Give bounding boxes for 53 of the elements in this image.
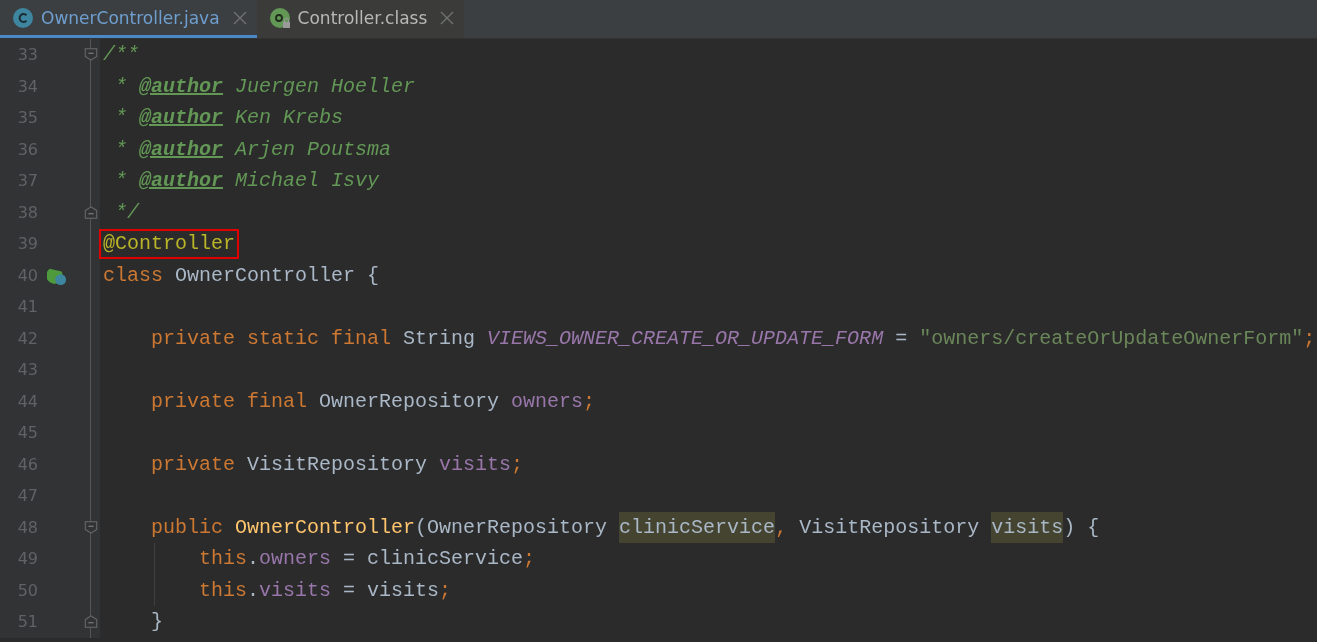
editor-tab[interactable]: Controller.class [256,0,465,38]
code-token: private final [151,388,308,415]
code-token: class [103,262,163,289]
code-token: VIEWS_OWNER_CREATE_OR_UPDATE_FORM [487,325,884,352]
code-token: . [247,546,260,572]
code-comment: @author [139,168,224,194]
code-token: this [199,577,247,604]
code-token: OwnerController [235,514,416,541]
code-token: ; [583,388,596,415]
code-comment: * [114,136,128,163]
code-token: OwnerRepository [318,388,501,415]
code-comment: * [114,105,128,131]
code-token: (OwnerRepository [415,514,609,541]
code-comment: Ken Krebs [234,105,344,131]
code-comment: @author [139,136,224,163]
code-token: OwnerController { [174,262,380,289]
code-token: owners [511,388,584,415]
code-comment: Michael Isvy [234,168,380,194]
code-token: = visits [342,577,440,604]
code-token: VisitRepository [798,514,981,541]
code-comment: @author [139,105,224,131]
code-token: "owners/createOrUpdateOwnerForm" [919,325,1304,352]
annotation-callout: @Controller [101,230,238,257]
code-comment: * [114,73,128,100]
code-comment: Arjen Poutsma [233,136,392,163]
code-token: private [151,451,235,478]
code-token: public [151,514,224,541]
code-comment: @author [139,73,224,100]
code-token: visits [991,511,1064,543]
code-comment: Juergen Hoeller [234,73,416,100]
code-token: private static final [151,325,392,352]
code-token: ; [1303,325,1316,352]
code-comment: /** [103,42,139,68]
code-token: owners [259,546,332,572]
code-token: ; [523,546,536,572]
code-comment: * [114,168,128,194]
code-token: this [199,546,247,572]
code-token: ; [511,451,524,478]
code-token: String [402,325,477,352]
code-token: ) { [1063,514,1100,541]
code-token: ; [439,577,452,604]
close-icon [440,10,455,25]
code-token: , [775,514,788,541]
code-token: VisitRepository [246,451,429,478]
code-token: visits [259,577,332,604]
close-icon [232,10,247,25]
code-token: = [894,325,909,352]
code-token: } [151,609,163,635]
code-token: visits [439,451,512,478]
code-token: = clinicService [342,546,524,572]
code-comment: */ [114,199,139,226]
code-token: clinicService [619,511,776,543]
code-token: . [247,577,260,604]
